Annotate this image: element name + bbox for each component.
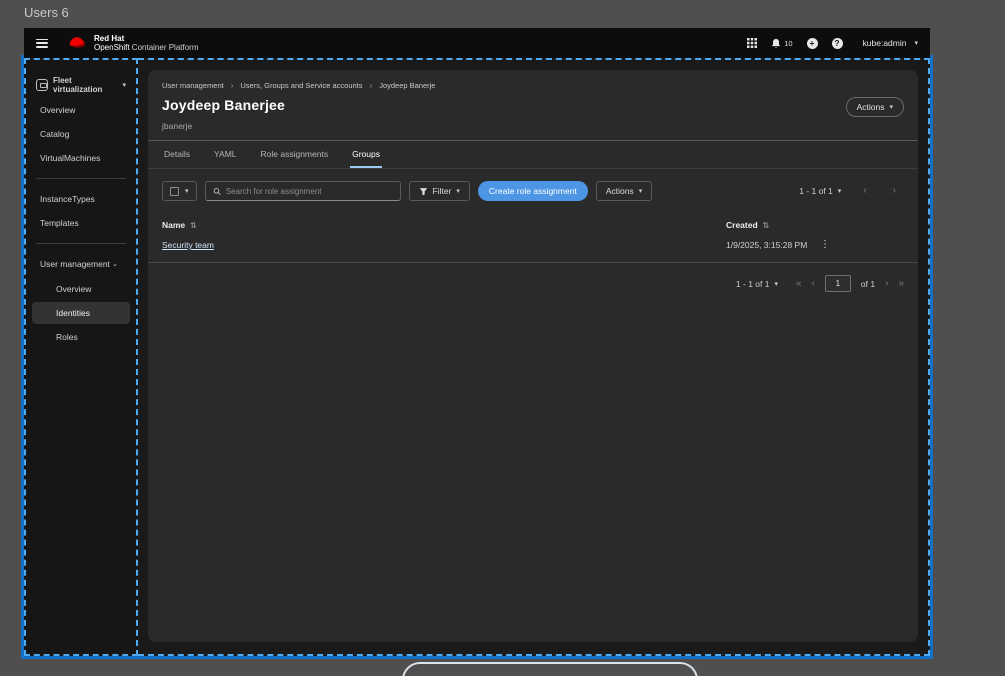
app-body: Fleet virtualization ▾ Overview Catalog …	[24, 58, 930, 656]
next-page-button[interactable]: ›	[885, 278, 888, 289]
sidebar-divider	[36, 178, 126, 179]
prev-page-button[interactable]: ‹	[863, 186, 866, 196]
tab-bar: Details YAML Role assignments Groups	[148, 141, 918, 169]
page-subtitle: jbanerje	[162, 121, 193, 131]
tab-groups[interactable]: Groups	[350, 141, 382, 168]
chevron-right-icon: ›	[230, 81, 234, 90]
notifications-button[interactable]: 10	[771, 38, 793, 49]
chevron-down-icon: ▾	[837, 188, 842, 195]
tab-details[interactable]: Details	[162, 141, 192, 168]
breadcrumb-current: Joydeep Banerje	[379, 81, 436, 90]
sort-icon: ⇅	[762, 220, 770, 230]
table-row: Security team 1/9/2025, 3:15:28 PM ⋮	[148, 235, 918, 263]
app-window: Red Hat OpenShift Container Platform 10 …	[24, 28, 930, 656]
last-page-button[interactable]: »	[898, 278, 904, 289]
search-box	[204, 181, 401, 201]
perspective-switcher[interactable]: Fleet virtualization ▾	[26, 72, 136, 98]
chevron-right-icon: ›	[369, 81, 373, 90]
breadcrumb-user-management[interactable]: User management	[162, 81, 224, 90]
user-menu[interactable]: kube:admin ▾	[863, 38, 918, 48]
sort-icon: ⇅	[190, 220, 197, 230]
sidebar-item-virtualmachines[interactable]: VirtualMachines	[26, 146, 136, 170]
chevron-down-icon: ▾	[122, 82, 126, 89]
sidebar-item-um-identities[interactable]: Identities	[32, 302, 130, 324]
grid-icon	[747, 38, 758, 48]
column-header-name[interactable]: Name	[162, 220, 185, 230]
chevron-down-icon: ▾	[889, 104, 893, 111]
bottom-pagination: 1 - 1 of 1 ▾ « ‹ of 1 › »	[162, 275, 904, 292]
page-title: Joydeep Banerjee	[162, 97, 286, 113]
chevron-down-icon: ▾	[185, 188, 189, 195]
search-input[interactable]	[225, 186, 393, 196]
chevron-down-icon: ▾	[914, 40, 918, 47]
chevron-down-icon: ▾	[774, 280, 778, 288]
help-button[interactable]: ?	[831, 37, 843, 49]
notification-count: 10	[784, 38, 793, 48]
search-icon	[213, 187, 221, 195]
redhat-brand[interactable]: Red Hat OpenShift Container Platform	[66, 34, 199, 52]
chevron-down-icon: ⌄	[112, 261, 118, 268]
group-link-security-team[interactable]: Security team	[162, 240, 214, 250]
filter-button[interactable]: Filter ▾	[408, 181, 470, 201]
sidebar-item-overview[interactable]: Overview	[26, 98, 136, 122]
sidebar-group-label: User management	[40, 259, 110, 269]
sidebar-nav: Fleet virtualization ▾ Overview Catalog …	[24, 58, 138, 656]
pagination-summary-dropdown[interactable]: 1 - 1 of 1 ▾	[736, 279, 778, 289]
pagination-summary-dropdown[interactable]: 1 - 1 of 1 ▾	[799, 186, 841, 196]
page-panel: User management › Users, Groups and Serv…	[148, 70, 918, 642]
filter-icon	[419, 187, 427, 195]
checkbox-icon	[170, 186, 179, 196]
page-label: Users 6	[24, 5, 69, 20]
toolbar-actions-button[interactable]: Actions ▾	[595, 181, 653, 201]
chevron-down-icon: ▾	[638, 188, 643, 195]
row-created-timestamp: 1/9/2025, 3:15:28 PM	[726, 240, 808, 250]
page-of-label: of 1	[860, 278, 876, 289]
breadcrumb: User management › Users, Groups and Serv…	[162, 81, 904, 90]
create-role-assignment-button[interactable]: Create role assignment	[477, 181, 588, 201]
plus-circle-icon: +	[806, 37, 818, 49]
kebab-menu-icon[interactable]: ⋮	[816, 239, 834, 250]
page-actions-button[interactable]: Actions ▾	[845, 97, 904, 117]
tab-yaml[interactable]: YAML	[212, 141, 239, 168]
prev-page-button[interactable]: ‹	[812, 278, 815, 289]
partial-dialog-outline	[402, 662, 698, 676]
bell-icon	[772, 38, 781, 48]
sidebar-item-catalog[interactable]: Catalog	[26, 122, 136, 146]
app-launcher-icon[interactable]	[747, 38, 758, 48]
sidebar-divider	[36, 243, 126, 244]
quick-create-button[interactable]: +	[806, 37, 818, 49]
redhat-logo-icon	[69, 37, 86, 48]
perspective-icon	[36, 79, 48, 91]
tab-role-assignments[interactable]: Role assignments	[259, 141, 331, 168]
breadcrumb-users-groups[interactable]: Users, Groups and Service accounts	[240, 81, 362, 90]
bulk-select-dropdown[interactable]: ▾	[162, 181, 197, 201]
masthead: Red Hat OpenShift Container Platform 10 …	[24, 28, 930, 58]
content-region: User management › Users, Groups and Serv…	[138, 58, 930, 656]
page-number-input[interactable]	[824, 275, 851, 292]
toolbar: ▾ Filter ▾	[162, 181, 904, 201]
chevron-down-icon: ▾	[456, 188, 460, 195]
sidebar-item-um-roles[interactable]: Roles	[32, 326, 130, 348]
column-header-created[interactable]: Created	[726, 220, 758, 230]
sidebar-item-um-overview[interactable]: Overview	[32, 278, 130, 300]
brand-text: Red Hat OpenShift Container Platform	[94, 33, 199, 52]
sidebar-group-user-management[interactable]: User management ⌄	[26, 252, 136, 276]
hamburger-icon[interactable]	[36, 38, 48, 48]
question-circle-icon: ?	[831, 37, 843, 49]
sidebar-item-instancetypes[interactable]: InstanceTypes	[26, 187, 136, 211]
table-header: Name ⇅ Created ⇅	[148, 215, 918, 235]
perspective-label: Fleet virtualization	[53, 76, 103, 94]
user-menu-label: kube:admin	[862, 38, 907, 48]
first-page-button[interactable]: «	[796, 278, 802, 289]
next-page-button[interactable]: ›	[893, 186, 896, 196]
sidebar-item-templates[interactable]: Templates	[26, 211, 136, 235]
